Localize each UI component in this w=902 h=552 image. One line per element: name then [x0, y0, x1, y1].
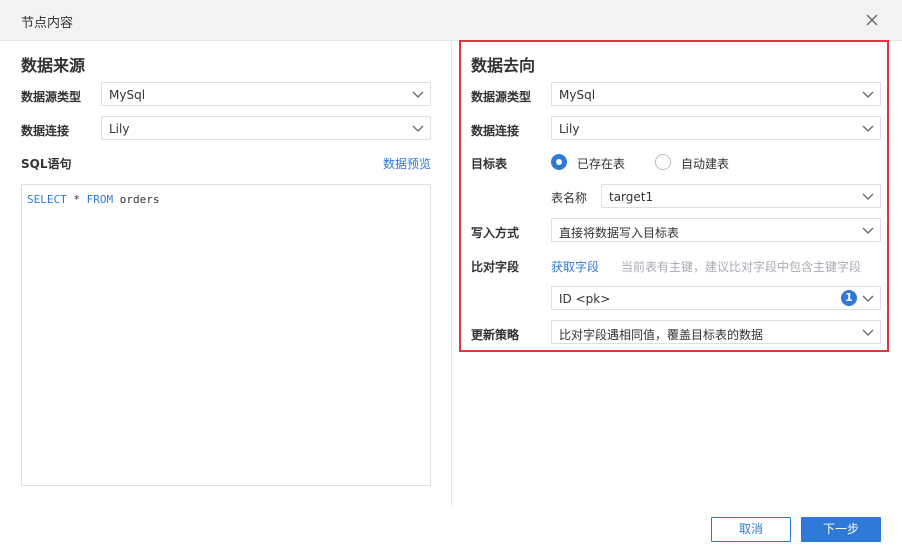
radio-existing-label[interactable]: 已存在表 — [577, 155, 625, 172]
write-mode-label: 写入方式 — [471, 226, 520, 240]
radio-auto-label[interactable]: 自动建表 — [681, 155, 729, 172]
compare-field-label: 比对字段 — [471, 260, 520, 274]
next-step-button[interactable]: 下一步 — [801, 517, 881, 542]
target-table-label: 目标表 — [471, 157, 508, 171]
write-mode-select[interactable]: 直接将数据写入目标表 — [551, 218, 881, 242]
dialog-title: 节点内容 — [21, 16, 74, 31]
target-type-label: 数据源类型 — [471, 90, 532, 104]
chevron-down-icon — [862, 227, 874, 234]
close-icon[interactable] — [862, 10, 882, 30]
sql-label: SQL语句 — [21, 157, 72, 171]
chevron-down-icon — [862, 193, 874, 200]
chevron-down-icon — [862, 91, 874, 98]
sql-keyword: SELECT — [27, 193, 67, 206]
source-type-label: 数据源类型 — [21, 90, 82, 104]
target-section-title: 数据去向 — [471, 56, 536, 75]
update-strategy-label: 更新策略 — [471, 328, 520, 342]
compare-hint: 当前表有主键，建议比对字段中包含主键字段 — [621, 260, 862, 274]
sql-keyword: FROM — [86, 193, 114, 206]
data-preview-link[interactable]: 数据预览 — [383, 155, 431, 172]
update-strategy-value: 比对字段遇相同值，覆盖目标表的数据 — [559, 328, 764, 342]
table-name-label: 表名称 — [551, 191, 588, 205]
source-conn-label: 数据连接 — [21, 124, 70, 138]
source-conn-value: Lily — [109, 122, 130, 136]
update-strategy-select[interactable]: 比对字段遇相同值，覆盖目标表的数据 — [551, 320, 881, 344]
get-fields-link[interactable]: 获取字段 — [551, 258, 599, 275]
dialog-titlebar: 节点内容 — [0, 0, 902, 41]
sql-text: SELECT * FROM orders — [27, 193, 159, 206]
chevron-down-icon — [862, 295, 874, 302]
sql-token: orders — [113, 193, 160, 206]
source-conn-select[interactable]: Lily — [101, 116, 431, 140]
target-conn-value: Lily — [559, 122, 580, 136]
target-type-select[interactable]: MySql — [551, 82, 881, 106]
compare-field-value: ID <pk> — [559, 292, 611, 306]
panel-divider — [451, 41, 452, 507]
table-name-select[interactable]: target1 — [601, 184, 881, 208]
sql-editor[interactable]: SELECT * FROM orders — [21, 184, 431, 486]
target-type-value: MySql — [559, 88, 596, 102]
chevron-down-icon — [412, 125, 424, 132]
selected-count-badge: 1 — [841, 290, 857, 306]
chevron-down-icon — [862, 125, 874, 132]
radio-auto-create[interactable] — [655, 154, 671, 170]
radio-existing-table[interactable] — [551, 154, 567, 170]
target-conn-select[interactable]: Lily — [551, 116, 881, 140]
sql-token: * — [66, 193, 87, 206]
source-type-value: MySql — [109, 88, 146, 102]
source-section-title: 数据来源 — [21, 56, 86, 75]
cancel-button[interactable]: 取消 — [711, 517, 791, 542]
chevron-down-icon — [862, 329, 874, 336]
write-mode-value: 直接将数据写入目标表 — [559, 226, 680, 240]
source-type-select[interactable]: MySql — [101, 82, 431, 106]
table-name-value: target1 — [609, 190, 654, 204]
compare-field-select[interactable]: ID <pk> 1 — [551, 286, 881, 310]
chevron-down-icon — [412, 91, 424, 98]
target-conn-label: 数据连接 — [471, 124, 520, 138]
